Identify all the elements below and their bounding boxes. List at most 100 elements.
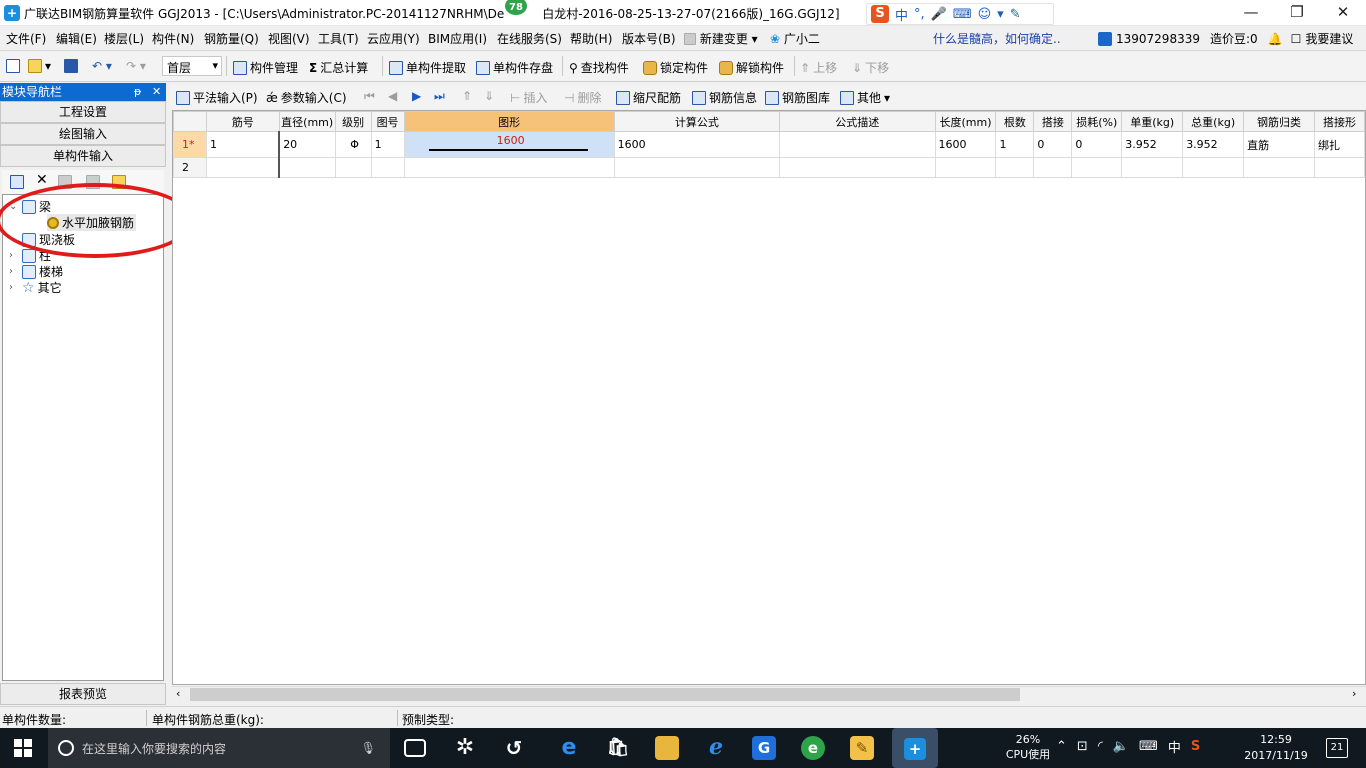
scale-rebar-button[interactable]: 缩尺配筋	[616, 89, 681, 106]
col-header[interactable]: 公式描述	[779, 111, 936, 132]
menu-guangxiaoer[interactable]: ❀ 广小二	[770, 30, 820, 47]
microphone-icon[interactable]: 🎤	[931, 7, 947, 22]
row-header[interactable]: 2	[173, 157, 207, 178]
cell-total-weight[interactable]: 3.952	[1182, 131, 1245, 158]
menu-view[interactable]: 视图(V)	[268, 30, 310, 47]
bell-icon[interactable]: 🔔	[1268, 32, 1283, 46]
sum-calc-button[interactable]: Σ 汇总计算	[309, 59, 368, 76]
microphone-icon[interactable]: 🎙	[361, 741, 376, 755]
first-record-icon[interactable]: ⏮	[364, 89, 375, 104]
col-header[interactable]: 计算公式	[613, 111, 781, 132]
active-app-glodon-icon[interactable]: +	[892, 728, 938, 768]
suggest-link[interactable]: 我要建议	[1305, 30, 1353, 47]
notes-app-icon[interactable]: ✎	[850, 736, 874, 760]
grid-cell[interactable]	[370, 157, 405, 178]
grid-cell[interactable]	[1243, 157, 1315, 178]
col-header[interactable]: 图号	[370, 111, 405, 132]
chevron-right-icon[interactable]: ›	[9, 266, 19, 277]
chevron-right-icon[interactable]: ›	[9, 282, 19, 293]
delete-icon[interactable]: ✕	[36, 172, 48, 188]
grid-cell[interactable]	[1313, 157, 1365, 178]
col-header[interactable]: 直径(mm)	[278, 111, 336, 132]
edge-browser-icon[interactable]: e	[557, 736, 581, 760]
app-swirl-icon[interactable]: ↺	[502, 736, 526, 760]
col-header[interactable]: 长度(mm)	[934, 111, 997, 132]
cell-lap-type[interactable]: 绑扎	[1313, 131, 1365, 158]
tree-node-stairs[interactable]: › 楼梯	[9, 263, 63, 280]
cell-category[interactable]: 直筋	[1243, 131, 1315, 158]
find-button[interactable]: ⚲ 查找构件	[569, 59, 629, 76]
menu-component[interactable]: 构件(N)	[152, 30, 194, 47]
save-icon[interactable]	[64, 59, 78, 73]
store-icon[interactable]: 🛍	[606, 736, 630, 760]
scrollbar-thumb[interactable]	[190, 688, 1020, 701]
unlock-button[interactable]: 解锁构件	[719, 59, 784, 76]
col-header-shape[interactable]: 图形	[403, 111, 615, 132]
ime-toolbar[interactable]: S 中 °, 🎤 ⌨ ☺ ▾ ✎	[866, 3, 1054, 25]
corner-cell[interactable]	[173, 111, 207, 132]
col-header[interactable]: 总重(kg)	[1182, 111, 1245, 132]
col-header[interactable]: 根数	[995, 111, 1035, 132]
col-header[interactable]: 筋号	[205, 111, 280, 132]
restore-button[interactable]: ❐	[1274, 0, 1320, 26]
col-header[interactable]: 搭接	[1033, 111, 1073, 132]
prev-record-icon[interactable]: ◀	[388, 89, 397, 103]
keyboard-icon[interactable]: ⌨	[1139, 739, 1158, 754]
col-header[interactable]: 搭接形	[1313, 111, 1365, 132]
menu-online[interactable]: 在线服务(S)	[497, 30, 562, 47]
nav-project-settings[interactable]: 工程设置	[0, 101, 166, 123]
col-header[interactable]: 级别	[334, 111, 372, 132]
lock-button[interactable]: 锁定构件	[643, 59, 708, 76]
cell-shape[interactable]: 1600	[403, 131, 615, 158]
nav-drawing-input[interactable]: 绘图输入	[0, 123, 166, 145]
sogou-tray-icon[interactable]: S	[1191, 739, 1200, 754]
volume-icon[interactable]: 🔈	[1113, 739, 1129, 754]
report-preview-button[interactable]: 报表预览	[0, 683, 166, 705]
glodon-g-icon[interactable]: G	[752, 736, 776, 760]
other-button[interactable]: 其他 ▾	[840, 89, 890, 106]
cell-formula-desc[interactable]	[779, 131, 936, 158]
close-button[interactable]: ✕	[1320, 0, 1366, 26]
cell-count[interactable]: 1	[995, 131, 1035, 158]
taskbar-search[interactable]: 在这里输入你要搜索的内容 🎙	[48, 728, 390, 768]
cell-length[interactable]: 1600	[934, 131, 997, 158]
new-file-icon[interactable]	[6, 59, 20, 73]
nav-close-icon[interactable]: ✕	[152, 83, 161, 101]
wrench-icon[interactable]: ✎	[1010, 7, 1021, 22]
menu-rebar-qty[interactable]: 钢筋量(Q)	[204, 30, 259, 47]
extract-button[interactable]: 单构件提取	[389, 59, 466, 76]
action-center-icon[interactable]: 21	[1326, 738, 1348, 758]
phone-number[interactable]: 13907298339	[1116, 32, 1200, 46]
fan-app-icon[interactable]: ✲	[453, 736, 477, 760]
grid-cell[interactable]	[1182, 157, 1245, 178]
cell-formula[interactable]: 1600	[613, 131, 781, 158]
menu-help[interactable]: 帮助(H)	[570, 30, 612, 47]
col-header[interactable]: 损耗(%)	[1071, 111, 1123, 132]
scroll-left-icon[interactable]: ‹	[176, 687, 180, 700]
rebar-library-button[interactable]: 钢筋图库	[765, 89, 830, 106]
chevron-right-icon[interactable]: ›	[9, 250, 19, 261]
menu-new-change[interactable]: 新建变更 ▾	[684, 30, 758, 47]
delete-row-button[interactable]: ⊣ 删除	[564, 89, 601, 106]
question-link[interactable]: 什么是髓高，如何确定..	[933, 30, 1061, 47]
grid-cell[interactable]	[613, 157, 781, 178]
input-lang[interactable]: 中	[1168, 737, 1181, 756]
grid-cell[interactable]	[403, 157, 615, 178]
task-view-icon[interactable]	[404, 739, 426, 757]
move-down-button[interactable]: ⇓ 下移	[852, 59, 889, 76]
grid-cell[interactable]	[278, 157, 336, 178]
next-record-icon[interactable]: ▶	[412, 89, 421, 103]
menu-file[interactable]: 文件(F)	[6, 30, 46, 47]
cell-unit-weight[interactable]: 3.952	[1121, 131, 1184, 158]
grid-cell[interactable]	[779, 157, 936, 178]
network-icon[interactable]: ⊡	[1077, 739, 1088, 754]
floor-select[interactable]: 首层	[162, 56, 222, 76]
windows-start-icon[interactable]	[14, 739, 32, 757]
move-up-button[interactable]: ⇑ 上移	[800, 59, 837, 76]
up-icon[interactable]: ⇑	[462, 89, 472, 103]
chevron-up-icon[interactable]: ⌃	[1056, 739, 1067, 754]
cpu-meter[interactable]: 26% CPU使用	[1000, 732, 1056, 762]
grid-cell[interactable]	[1071, 157, 1123, 178]
grid-cell[interactable]	[934, 157, 997, 178]
grid-cell[interactable]	[995, 157, 1035, 178]
